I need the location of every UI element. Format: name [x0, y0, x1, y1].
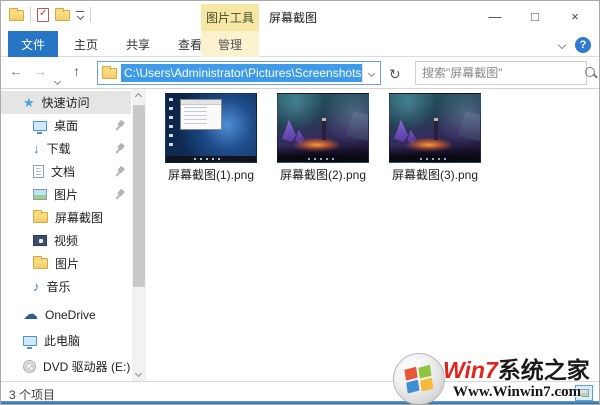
maximize-button[interactable]: □ [515, 1, 555, 31]
pictures-icon [33, 189, 47, 200]
file-item-screenshot-3[interactable]: 屏幕截图(3).png [383, 93, 487, 183]
title-bar: 图片工具 屏幕截图 — □ × [1, 1, 599, 31]
navigation-pane: ★ 快速访问 桌面 ↓ 下载 文档 图片 屏幕截图 视频 [1, 89, 147, 381]
sidebar-item-pictures-folder[interactable]: 图片 [1, 252, 131, 275]
scroll-down-icon[interactable] [135, 370, 142, 377]
pin-icon [112, 141, 127, 156]
address-path-text[interactable]: C:\Users\Administrator\Pictures\Screensh… [121, 64, 362, 82]
ribbon-tab-bar: 文件 主页 共享 查看 管理 ? [1, 31, 599, 57]
expand-ribbon-chevron-icon[interactable] [558, 41, 566, 49]
refresh-button[interactable]: ↻ [389, 66, 401, 83]
tab-manage[interactable]: 管理 [201, 31, 259, 57]
scrollbar-thumb[interactable] [133, 105, 145, 287]
up-button[interactable]: ↑ [73, 63, 80, 79]
address-input[interactable]: C:\Users\Administrator\Pictures\Screensh… [97, 61, 381, 85]
address-folder-icon [102, 68, 117, 79]
pin-icon [112, 187, 127, 202]
watermark-brand: Win7系统之家 [443, 351, 600, 385]
window-controls: — □ × [475, 1, 595, 31]
search-box [415, 61, 587, 85]
close-button[interactable]: × [555, 1, 595, 31]
contextual-tab-picture-tools[interactable]: 图片工具 [201, 4, 259, 31]
video-icon [33, 235, 47, 246]
sidebar-item-documents[interactable]: 文档 [1, 160, 131, 183]
separator [30, 7, 31, 23]
sidebar-item-onedrive[interactable]: ☁ OneDrive [1, 303, 131, 326]
help-icon[interactable]: ? [575, 37, 591, 53]
sidebar-item-quick-access[interactable]: ★ 快速访问 [1, 91, 131, 114]
disc-icon [23, 360, 36, 373]
address-dropdown-chevron-icon[interactable] [362, 62, 380, 84]
file-name: 屏幕截图(1).png [159, 166, 263, 183]
sidebar-item-desktop[interactable]: 桌面 [1, 114, 131, 137]
sidebar-item-videos[interactable]: 视频 [1, 229, 131, 252]
thumbnail-game-screenshot[interactable] [389, 93, 481, 163]
sidebar-item-pictures[interactable]: 图片 [1, 183, 131, 206]
desktop-icon [33, 121, 47, 131]
thumbnail-game-screenshot[interactable] [277, 93, 369, 163]
star-icon: ★ [23, 96, 35, 109]
file-item-screenshot-2[interactable]: 屏幕截图(2).png [271, 93, 375, 183]
pin-icon [112, 164, 127, 179]
cloud-icon: ☁ [23, 307, 38, 322]
recent-locations-chevron-icon[interactable] [55, 71, 60, 89]
window-title: 屏幕截图 [269, 9, 317, 26]
folder-icon [33, 258, 48, 269]
tab-file[interactable]: 文件 [8, 31, 58, 57]
tab-home[interactable]: 主页 [61, 31, 111, 57]
sidebar-item-dvd-drive[interactable]: DVD 驱动器 (E:) [1, 355, 131, 378]
address-bar: ← → ↑ C:\Users\Administrator\Pictures\Sc… [1, 57, 599, 89]
watermark: Win7系统之家 Www.Winwin7.com [391, 351, 600, 405]
pin-icon [112, 118, 127, 133]
back-button[interactable]: ← [9, 63, 23, 79]
watermark-url: Www.Winwin7.com [443, 384, 600, 401]
sidebar-item-screenshots[interactable]: 屏幕截图 [1, 206, 131, 229]
music-icon: ♪ [33, 280, 40, 293]
new-folder-icon[interactable] [55, 10, 70, 21]
file-item-screenshot-1[interactable]: 屏幕截图(1).png [159, 93, 263, 183]
sidebar-item-downloads[interactable]: ↓ 下载 [1, 137, 131, 160]
window-folder-icon [9, 10, 24, 21]
search-input[interactable] [416, 66, 583, 80]
minimize-button[interactable]: — [475, 1, 515, 31]
download-icon: ↓ [33, 142, 40, 155]
sidebar-item-this-pc[interactable]: 此电脑 [1, 329, 131, 352]
properties-icon[interactable] [37, 8, 49, 22]
scroll-up-icon[interactable] [135, 93, 142, 100]
computer-icon [23, 336, 37, 346]
windows-logo-icon [393, 353, 445, 405]
thumbnail-desktop-screenshot[interactable] [165, 93, 257, 163]
quick-access-toolbar [9, 7, 91, 23]
document-icon [33, 165, 44, 178]
file-list: 屏幕截图(1).png 屏幕截图(2).png 屏幕截图(3).png [148, 89, 600, 381]
forward-button[interactable]: → [33, 63, 47, 79]
folder-icon [33, 212, 48, 223]
file-name: 屏幕截图(3).png [383, 166, 487, 183]
tab-share[interactable]: 共享 [113, 31, 163, 57]
qat-customize-chevron-icon[interactable] [76, 11, 84, 20]
file-name: 屏幕截图(2).png [271, 166, 375, 183]
explorer-window: 图片工具 屏幕截图 — □ × 文件 主页 共享 查看 管理 ? ← → ↑ C… [0, 0, 600, 405]
separator [90, 7, 91, 23]
search-icon[interactable] [583, 65, 599, 81]
sidebar-item-music[interactable]: ♪ 音乐 [1, 275, 131, 298]
sidebar-scrollbar[interactable] [132, 89, 146, 381]
